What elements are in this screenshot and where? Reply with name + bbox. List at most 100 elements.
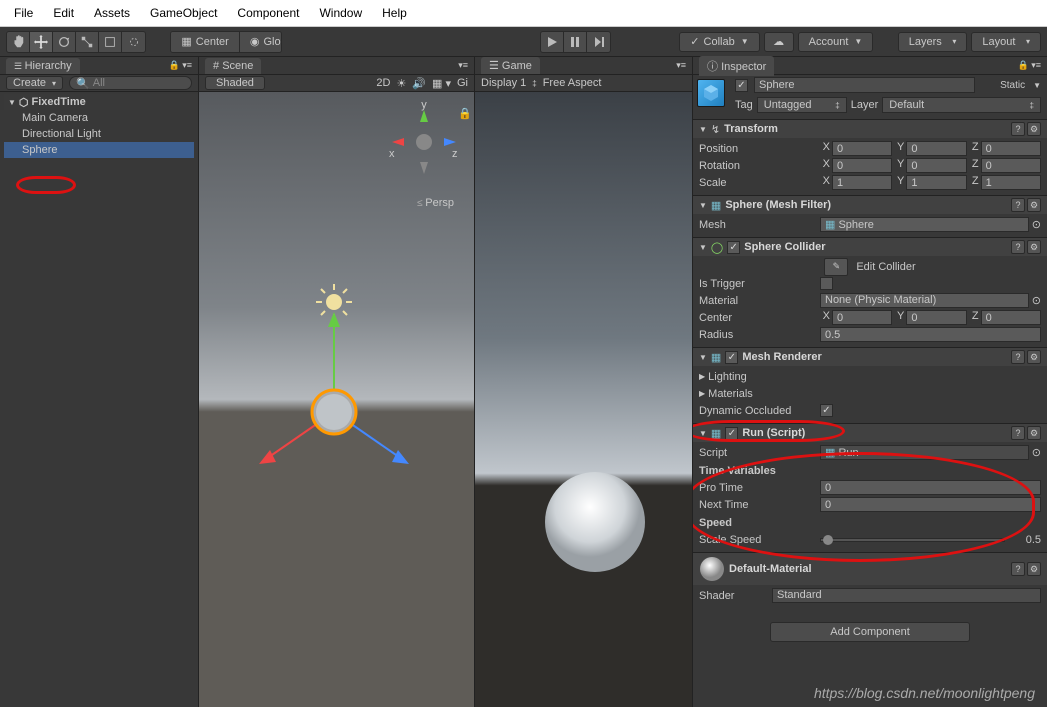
- active-checkbox[interactable]: ✓: [735, 79, 748, 92]
- gizmos-toggle[interactable]: Gi: [457, 77, 468, 89]
- collab-dropdown[interactable]: ✓Collab▼: [679, 32, 759, 52]
- hierarchy-item-sphere[interactable]: Sphere: [4, 142, 194, 158]
- display-dropdown[interactable]: Display 1: [481, 77, 526, 89]
- scene-root[interactable]: ▼ ⬡ FixedTime ▾≡: [4, 94, 198, 110]
- create-dropdown[interactable]: Create ▾: [6, 76, 63, 90]
- shading-mode[interactable]: Shaded: [205, 76, 265, 90]
- hierarchy-item-main-camera[interactable]: Main Camera: [4, 110, 194, 126]
- audio-toggle-icon[interactable]: 🔊: [412, 77, 426, 90]
- position-y[interactable]: [906, 141, 966, 156]
- object-picker-icon[interactable]: ⊙: [1032, 218, 1041, 231]
- renderer-enabled-checkbox[interactable]: ✓: [725, 351, 738, 364]
- rotation-y[interactable]: [906, 158, 966, 173]
- object-picker-icon[interactable]: ⊙: [1032, 294, 1041, 307]
- hand-tool[interactable]: [7, 32, 30, 52]
- radius-field[interactable]: [820, 327, 1041, 342]
- is-trigger-checkbox[interactable]: [820, 277, 833, 290]
- panel-lock-icon[interactable]: 🔒 ▾≡: [169, 60, 192, 71]
- hierarchy-search[interactable]: 🔍 All: [69, 76, 192, 90]
- gear-icon[interactable]: ⚙: [1027, 350, 1041, 364]
- rect-tool[interactable]: [99, 32, 122, 52]
- position-z[interactable]: [981, 141, 1041, 156]
- physic-material-field[interactable]: None (Physic Material): [820, 293, 1029, 308]
- foldout-icon[interactable]: ▼: [8, 98, 16, 107]
- center-y[interactable]: [906, 310, 966, 325]
- selected-object-gizmo[interactable]: [234, 312, 434, 512]
- menu-gameobject[interactable]: GameObject: [140, 2, 227, 24]
- menu-edit[interactable]: Edit: [43, 2, 84, 24]
- layers-dropdown[interactable]: Layers▾: [898, 32, 968, 52]
- help-icon[interactable]: ?: [1011, 562, 1025, 576]
- object-picker-icon[interactable]: ⊙: [1032, 446, 1041, 459]
- rotate-tool[interactable]: [53, 32, 76, 52]
- scale-y[interactable]: [906, 175, 966, 190]
- hierarchy-item-directional-light[interactable]: Directional Light: [4, 126, 194, 142]
- menu-assets[interactable]: Assets: [84, 2, 140, 24]
- foldout-icon[interactable]: ▼: [699, 201, 707, 210]
- foldout-icon[interactable]: ▼: [699, 243, 707, 252]
- help-icon[interactable]: ?: [1011, 122, 1025, 136]
- gear-icon[interactable]: ⚙: [1027, 122, 1041, 136]
- mesh-field[interactable]: ▦ Sphere: [820, 217, 1029, 232]
- gear-icon[interactable]: ⚙: [1027, 240, 1041, 254]
- help-icon[interactable]: ?: [1011, 240, 1025, 254]
- gear-icon[interactable]: ⚙: [1027, 562, 1041, 576]
- dynamic-occluded-checkbox[interactable]: ✓: [820, 404, 833, 417]
- hierarchy-tab[interactable]: ☰ Hierarchy: [6, 58, 80, 74]
- object-name-field[interactable]: [754, 77, 975, 93]
- scene-viewport[interactable]: y x z ≤ Persp: [199, 92, 474, 707]
- shader-dropdown[interactable]: Standard: [772, 588, 1041, 603]
- gear-icon[interactable]: ⚙: [1027, 198, 1041, 212]
- edit-collider-button[interactable]: ✎: [824, 258, 848, 276]
- scale-speed-slider[interactable]: 0.5: [820, 534, 1041, 546]
- materials-foldout[interactable]: Materials: [708, 388, 753, 400]
- scale-x[interactable]: [832, 175, 892, 190]
- foldout-icon[interactable]: ▼: [699, 353, 707, 362]
- menu-component[interactable]: Component: [227, 2, 309, 24]
- scale-z[interactable]: [981, 175, 1041, 190]
- scene-tab[interactable]: # Scene: [205, 58, 261, 74]
- fx-toggle-icon[interactable]: ▦ ▾: [432, 77, 451, 90]
- rotation-z[interactable]: [981, 158, 1041, 173]
- play-button[interactable]: [541, 32, 564, 52]
- pro-time-field[interactable]: [820, 480, 1041, 495]
- unified-tool[interactable]: [122, 32, 145, 52]
- foldout-icon[interactable]: ▶: [699, 372, 705, 381]
- add-component-button[interactable]: Add Component: [770, 622, 970, 642]
- position-x[interactable]: [832, 141, 892, 156]
- menu-file[interactable]: File: [4, 2, 43, 24]
- foldout-icon[interactable]: ▶: [699, 389, 705, 398]
- help-icon[interactable]: ?: [1011, 350, 1025, 364]
- rotation-x[interactable]: [832, 158, 892, 173]
- inspector-tab[interactable]: ⓘ Inspector: [699, 56, 774, 76]
- menu-help[interactable]: Help: [372, 2, 417, 24]
- scale-tool[interactable]: [76, 32, 99, 52]
- cloud-button[interactable]: ☁: [764, 32, 794, 52]
- layout-dropdown[interactable]: Layout▾: [971, 32, 1041, 52]
- handle-toggle[interactable]: ◉Global: [240, 32, 282, 52]
- gear-icon[interactable]: ⚙: [1027, 426, 1041, 440]
- foldout-icon[interactable]: ▼: [699, 429, 707, 438]
- help-icon[interactable]: ?: [1011, 426, 1025, 440]
- 2d-toggle[interactable]: 2D: [376, 77, 390, 89]
- center-z[interactable]: [981, 310, 1041, 325]
- pause-button[interactable]: [564, 32, 587, 52]
- script-enabled-checkbox[interactable]: ✓: [725, 427, 738, 440]
- center-x[interactable]: [832, 310, 892, 325]
- lock-icon[interactable]: 🔒: [458, 107, 472, 120]
- collider-enabled-checkbox[interactable]: ✓: [727, 241, 740, 254]
- static-checkbox[interactable]: [981, 79, 994, 92]
- account-dropdown[interactable]: Account▼: [798, 32, 874, 52]
- light-toggle-icon[interactable]: ☀: [396, 77, 406, 90]
- tag-dropdown[interactable]: Untagged‡: [757, 97, 847, 113]
- step-button[interactable]: [587, 32, 610, 52]
- game-tab[interactable]: ☰ Game: [481, 57, 540, 74]
- help-icon[interactable]: ?: [1011, 198, 1025, 212]
- layer-dropdown[interactable]: Default‡: [882, 97, 1041, 113]
- pivot-toggle[interactable]: ▦Center: [171, 32, 239, 52]
- lighting-foldout[interactable]: Lighting: [708, 371, 747, 383]
- foldout-icon[interactable]: ▼: [699, 125, 707, 134]
- menu-window[interactable]: Window: [309, 2, 372, 24]
- next-time-field[interactable]: [820, 497, 1041, 512]
- orientation-gizmo[interactable]: y x z: [384, 102, 464, 182]
